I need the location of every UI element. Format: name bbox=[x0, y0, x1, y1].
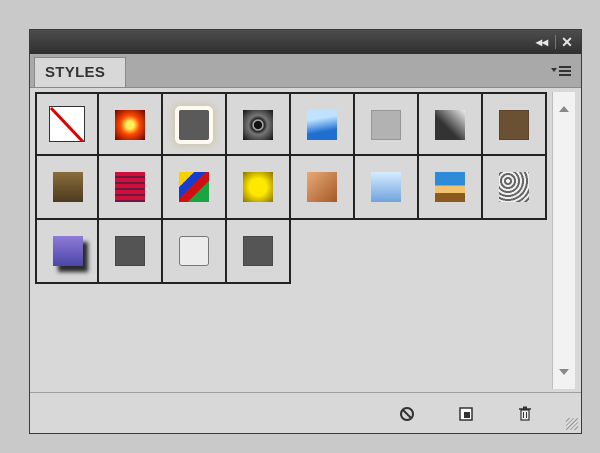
tab-bar: STYLES bbox=[30, 54, 581, 88]
tab-styles[interactable]: STYLES bbox=[34, 57, 126, 87]
break-link-icon[interactable] bbox=[398, 405, 416, 423]
style-swatch-red-glow[interactable] bbox=[99, 92, 163, 156]
panel-titlebar[interactable]: ◂◂ ✕ bbox=[30, 30, 581, 54]
graphic-styles-panel: ◂◂ ✕ STYLES bbox=[29, 29, 582, 434]
style-swatch-dark-metal[interactable] bbox=[419, 92, 483, 156]
collapse-panel-button[interactable]: ◂◂ bbox=[533, 34, 551, 50]
style-swatch-default-none[interactable] bbox=[35, 92, 99, 156]
style-preview bbox=[115, 172, 145, 202]
style-preview bbox=[435, 172, 465, 202]
close-panel-button[interactable]: ✕ bbox=[559, 34, 575, 50]
menu-line-icon bbox=[559, 66, 571, 68]
style-preview bbox=[243, 236, 273, 266]
style-preview bbox=[307, 172, 337, 202]
style-preview bbox=[371, 172, 401, 202]
menu-line-icon bbox=[559, 74, 571, 76]
style-preview bbox=[115, 236, 145, 266]
style-swatch-violet-drop-shadow[interactable] bbox=[35, 220, 99, 284]
style-swatch-dark-gray-2[interactable] bbox=[227, 220, 291, 284]
style-preview bbox=[243, 172, 273, 202]
style-preview bbox=[499, 110, 529, 140]
new-graphic-style-icon[interactable] bbox=[457, 405, 475, 423]
menu-line-icon bbox=[559, 70, 571, 72]
style-preview bbox=[53, 236, 83, 266]
style-swatch-gold-frame[interactable] bbox=[227, 156, 291, 220]
style-swatch-dark-chrome[interactable] bbox=[227, 92, 291, 156]
style-swatch-gray-texture[interactable] bbox=[483, 156, 547, 220]
style-swatch-blue-sky[interactable] bbox=[291, 92, 355, 156]
style-swatch-gray-outer-glow[interactable] bbox=[163, 92, 227, 156]
style-preview bbox=[435, 110, 465, 140]
style-swatch-multicolor[interactable] bbox=[163, 156, 227, 220]
titlebar-separator bbox=[555, 35, 556, 49]
style-swatch-brown[interactable] bbox=[483, 92, 547, 156]
style-swatch-dark-gray[interactable] bbox=[99, 220, 163, 284]
style-preview bbox=[115, 110, 145, 140]
style-preview bbox=[307, 110, 337, 140]
style-swatch-light-gray[interactable] bbox=[355, 92, 419, 156]
style-preview bbox=[499, 172, 529, 202]
resize-grip-icon[interactable] bbox=[566, 418, 578, 430]
style-swatch-outline-light[interactable] bbox=[163, 220, 227, 284]
style-preview bbox=[179, 236, 209, 266]
style-preview bbox=[179, 110, 209, 140]
style-swatch-red-stripes[interactable] bbox=[99, 156, 163, 220]
style-preview bbox=[53, 172, 83, 202]
vertical-scrollbar[interactable] bbox=[552, 92, 575, 389]
scroll-up-arrow-icon[interactable] bbox=[559, 106, 569, 112]
style-preview bbox=[371, 110, 401, 140]
style-preview bbox=[243, 110, 273, 140]
style-preview bbox=[179, 172, 209, 202]
panel-footer bbox=[30, 392, 581, 433]
no-style-swatch-icon bbox=[49, 106, 85, 142]
delete-style-icon[interactable] bbox=[516, 405, 534, 423]
styles-grid bbox=[35, 92, 549, 284]
style-swatch-brown-gold[interactable] bbox=[35, 156, 99, 220]
dropdown-triangle-icon bbox=[551, 68, 557, 72]
style-swatch-pale-sky[interactable] bbox=[355, 156, 419, 220]
style-swatch-copper-sand[interactable] bbox=[291, 156, 355, 220]
style-swatch-sky-desert[interactable] bbox=[419, 156, 483, 220]
scroll-down-arrow-icon[interactable] bbox=[559, 369, 569, 375]
panel-menu-button[interactable] bbox=[551, 63, 573, 79]
